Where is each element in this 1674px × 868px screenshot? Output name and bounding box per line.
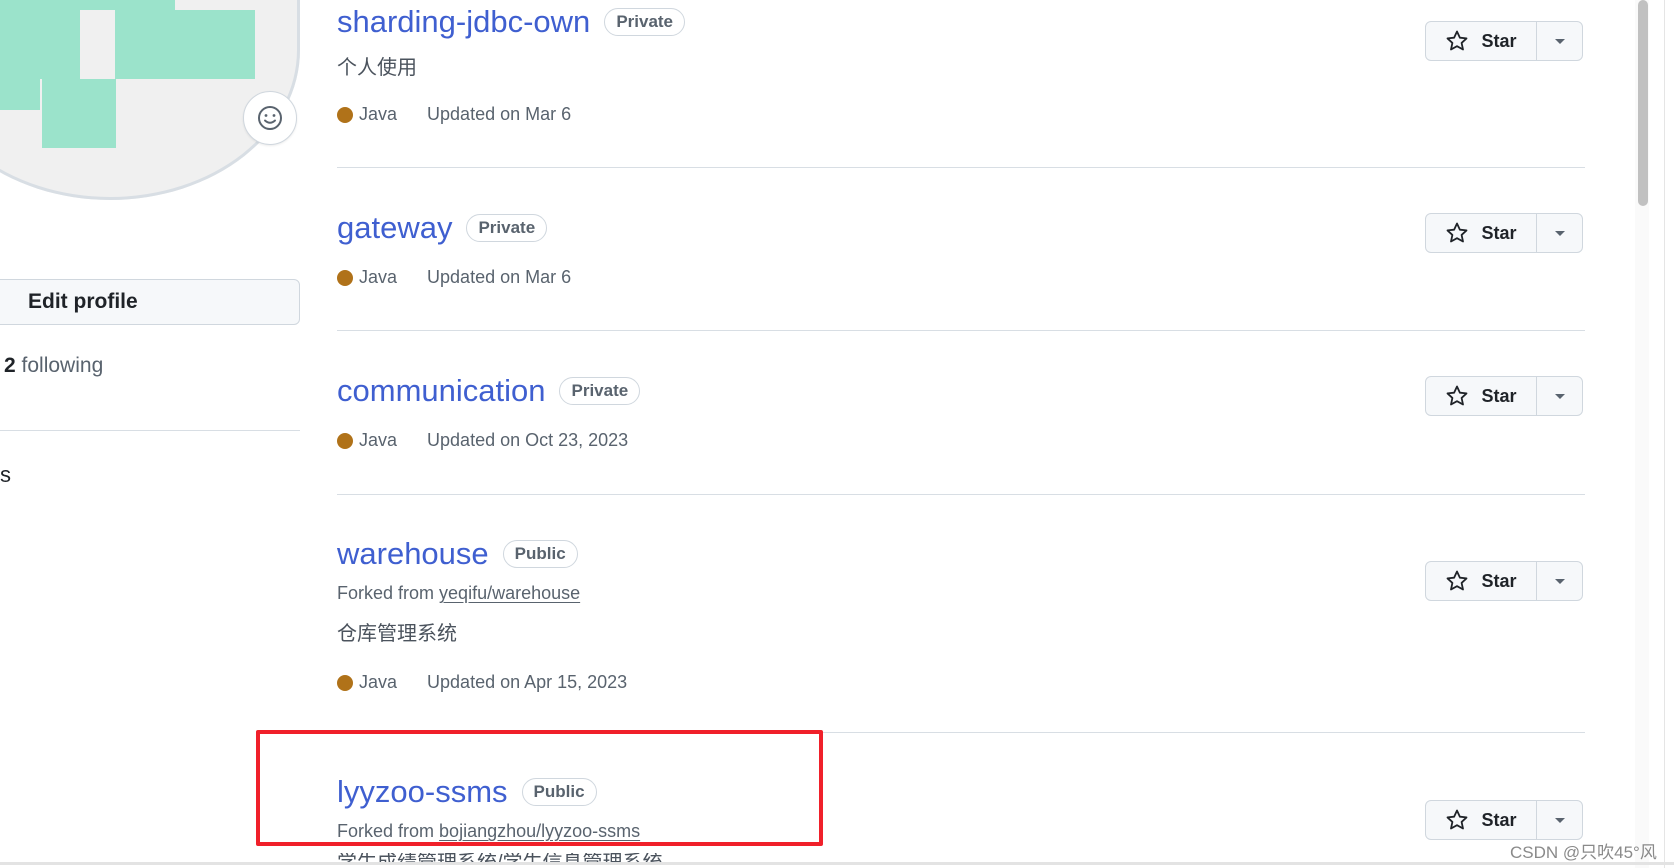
repo-divider — [337, 330, 1585, 331]
star-button[interactable]: Star — [1426, 214, 1537, 252]
star-button-group: Star — [1425, 213, 1583, 253]
repo-name-link[interactable]: sharding-jdbc-own — [337, 4, 590, 40]
following-label: following — [21, 354, 104, 377]
language-color-dot — [337, 269, 353, 286]
star-button-group: Star — [1425, 800, 1583, 840]
edit-profile-button[interactable]: Edit profile — [0, 279, 300, 325]
following-count: 2 — [4, 354, 16, 377]
repo-updated: Updated on Mar 6 — [427, 267, 572, 287]
star-label: Star — [1481, 30, 1517, 51]
language-color-dot — [337, 432, 353, 449]
forked-from: Forked from yeqifu/warehouse — [337, 583, 580, 604]
repo-updated: Updated on Apr 15, 2023 — [427, 672, 628, 692]
star-button[interactable]: Star — [1426, 562, 1537, 600]
avatar-tile — [115, 10, 255, 79]
repo-language: Java — [359, 430, 398, 450]
star-button-group: Star — [1425, 376, 1583, 416]
star-button[interactable]: Star — [1426, 22, 1537, 60]
repo-divider — [337, 167, 1585, 168]
repo-divider — [337, 494, 1585, 495]
sidebar-divider — [0, 430, 300, 431]
repo-description: 个人使用 — [337, 57, 417, 79]
bottom-divider — [0, 862, 1674, 865]
repo-description: 仓库管理系统 — [337, 623, 457, 645]
following-link[interactable]: 2 following — [4, 354, 103, 378]
repo-updated: Updated on Oct 23, 2023 — [427, 430, 629, 450]
star-button[interactable]: Star — [1426, 801, 1537, 839]
repo-updated: Updated on Mar 6 — [427, 104, 572, 124]
star-label: Star — [1481, 809, 1517, 830]
star-list-dropdown[interactable] — [1537, 214, 1582, 252]
repo-language: Java — [359, 672, 398, 692]
forked-prefix: Forked from — [337, 583, 435, 603]
star-button-group: Star — [1425, 561, 1583, 601]
forked-source-link[interactable]: yeqifu/warehouse — [439, 583, 580, 603]
visibility-badge: Private — [466, 214, 548, 242]
star-button-group: Star — [1425, 21, 1583, 61]
caret-down-icon — [1554, 394, 1565, 399]
caret-down-icon — [1554, 39, 1565, 44]
window-edge — [1664, 0, 1665, 868]
star-icon — [1447, 30, 1468, 51]
repo-language: Java — [359, 267, 398, 287]
language-color-dot — [337, 106, 353, 123]
repo-name-link[interactable]: warehouse — [337, 536, 489, 572]
repo-name-link[interactable]: gateway — [337, 210, 452, 246]
star-icon — [1447, 385, 1468, 406]
visibility-badge: Public — [502, 540, 578, 568]
sidebar-truncated-text: s — [0, 462, 11, 487]
star-button[interactable]: Star — [1426, 377, 1537, 415]
avatar-tile — [115, 0, 175, 10]
language-color-dot — [337, 674, 353, 691]
scrollbar-thumb[interactable] — [1638, 0, 1648, 206]
repo-description-partial: 学生成绩管理系统/学生信息管理系统 — [337, 853, 663, 862]
visibility-badge: Private — [604, 8, 686, 36]
repo-language: Java — [359, 104, 398, 124]
star-icon — [1447, 570, 1468, 591]
star-icon — [1447, 809, 1468, 830]
star-label: Star — [1481, 385, 1517, 406]
star-label: Star — [1481, 222, 1517, 243]
repo-name-link[interactable]: communication — [337, 373, 545, 409]
highlight-box — [256, 730, 823, 846]
star-list-dropdown[interactable] — [1537, 562, 1582, 600]
star-list-dropdown[interactable] — [1537, 22, 1582, 60]
star-list-dropdown[interactable] — [1537, 377, 1582, 415]
star-icon — [1447, 222, 1468, 243]
star-label: Star — [1481, 570, 1517, 591]
profile-sidebar: Edit profile 2 following s — [0, 0, 300, 868]
star-list-dropdown[interactable] — [1537, 801, 1582, 839]
set-status-button[interactable] — [243, 91, 297, 145]
avatar-tile — [36, 0, 115, 10]
smiley-icon — [258, 106, 282, 130]
caret-down-icon — [1554, 231, 1565, 236]
caret-down-icon — [1554, 579, 1565, 584]
visibility-badge: Private — [559, 377, 641, 405]
avatar-tile — [0, 10, 80, 79]
caret-down-icon — [1554, 818, 1565, 823]
watermark: CSDN @只吹45°风 — [1510, 843, 1657, 862]
avatar-tile — [42, 79, 116, 148]
